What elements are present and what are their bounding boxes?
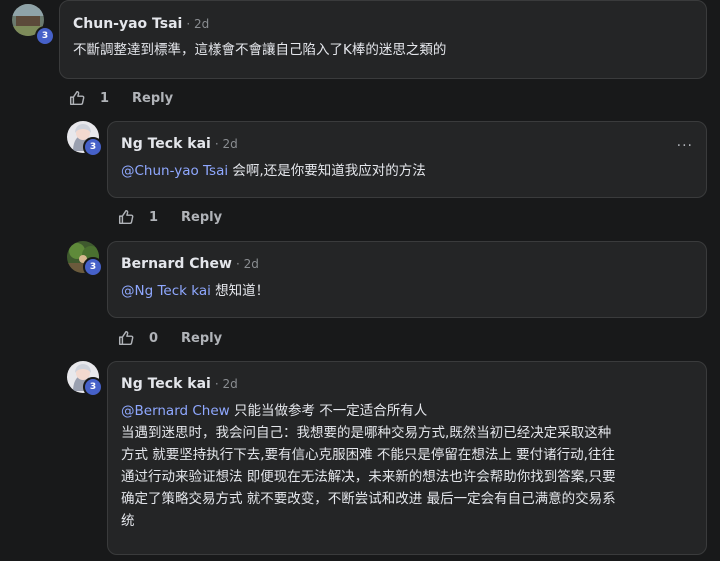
comment-text: @Chun-yao Tsai 会啊,还是你要知道我应对的方法 <box>121 163 426 179</box>
comment-time: · 2d <box>186 17 210 31</box>
level-badge: 3 <box>83 377 103 397</box>
more-options-icon[interactable]: ··· <box>677 138 693 154</box>
comment-author[interactable]: Bernard Chew <box>121 256 232 272</box>
comment-line: 统 <box>121 513 135 529</box>
comment-bubble: Ng Teck kai · 2d @Bernard Chew 只能当做参考 不一… <box>107 361 707 555</box>
mention-link[interactable]: @Bernard Chew <box>121 403 230 419</box>
comment-author[interactable]: Ng Teck kai <box>121 376 211 392</box>
like-count: 1 <box>149 209 159 225</box>
comment-author[interactable]: Chun-yao Tsai <box>73 16 182 32</box>
mention-link[interactable]: @Chun-yao Tsai <box>121 163 228 179</box>
like-icon[interactable] <box>117 208 135 226</box>
comment-time: · 2d <box>235 257 259 271</box>
comment-bubble: Chun-yao Tsai · 2d 不斷調整達到標準，這樣會不會讓自己陷入了K… <box>59 0 707 79</box>
mention-link[interactable]: @Ng Teck kai <box>121 283 211 299</box>
comment-time: · 2d <box>214 377 238 391</box>
comment-text: @Bernard Chew 只能当做参考 不一定适合所有人 当遇到迷思时，我会问… <box>121 400 694 532</box>
like-count: 1 <box>100 90 110 106</box>
reply-button[interactable]: Reply <box>132 91 173 106</box>
comment-line: 方式 就要坚持执行下去,要有信心克服困难 不能只是停留在想法上 要付诸行动,往往 <box>121 447 615 463</box>
level-badge: 3 <box>35 26 55 46</box>
reply-button[interactable]: Reply <box>181 210 222 225</box>
comment-line: 当遇到迷思时，我会问自己：我想要的是哪种交易方式,既然当初已经决定采取这种 <box>121 425 612 441</box>
level-badge: 3 <box>83 257 103 277</box>
like-icon[interactable] <box>117 329 135 347</box>
comment-time: · 2d <box>214 137 238 151</box>
comment-bubble: Bernard Chew · 2d @Ng Teck kai 想知道！ <box>107 241 707 318</box>
comment-bubble: Ng Teck kai · 2d ··· @Chun-yao Tsai 会啊,还… <box>107 121 707 198</box>
comment-line: 确定了策略交易方式 就不要改变，不断尝试和改进 最后一定会有自己满意的交易系 <box>121 491 616 507</box>
comment-author[interactable]: Ng Teck kai <box>121 136 211 152</box>
comment-line: 通过行动来验证想法 即便现在无法解决，未来新的想法也许会帮助你找到答案,只要 <box>121 469 616 485</box>
like-icon[interactable] <box>68 89 86 107</box>
comment-text: @Ng Teck kai 想知道！ <box>121 283 270 299</box>
reply-button[interactable]: Reply <box>181 331 222 346</box>
like-count: 0 <box>149 330 159 346</box>
level-badge: 3 <box>83 137 103 157</box>
comment-text: 不斷調整達到標準，這樣會不會讓自己陷入了K棒的迷思之類的 <box>73 42 447 58</box>
